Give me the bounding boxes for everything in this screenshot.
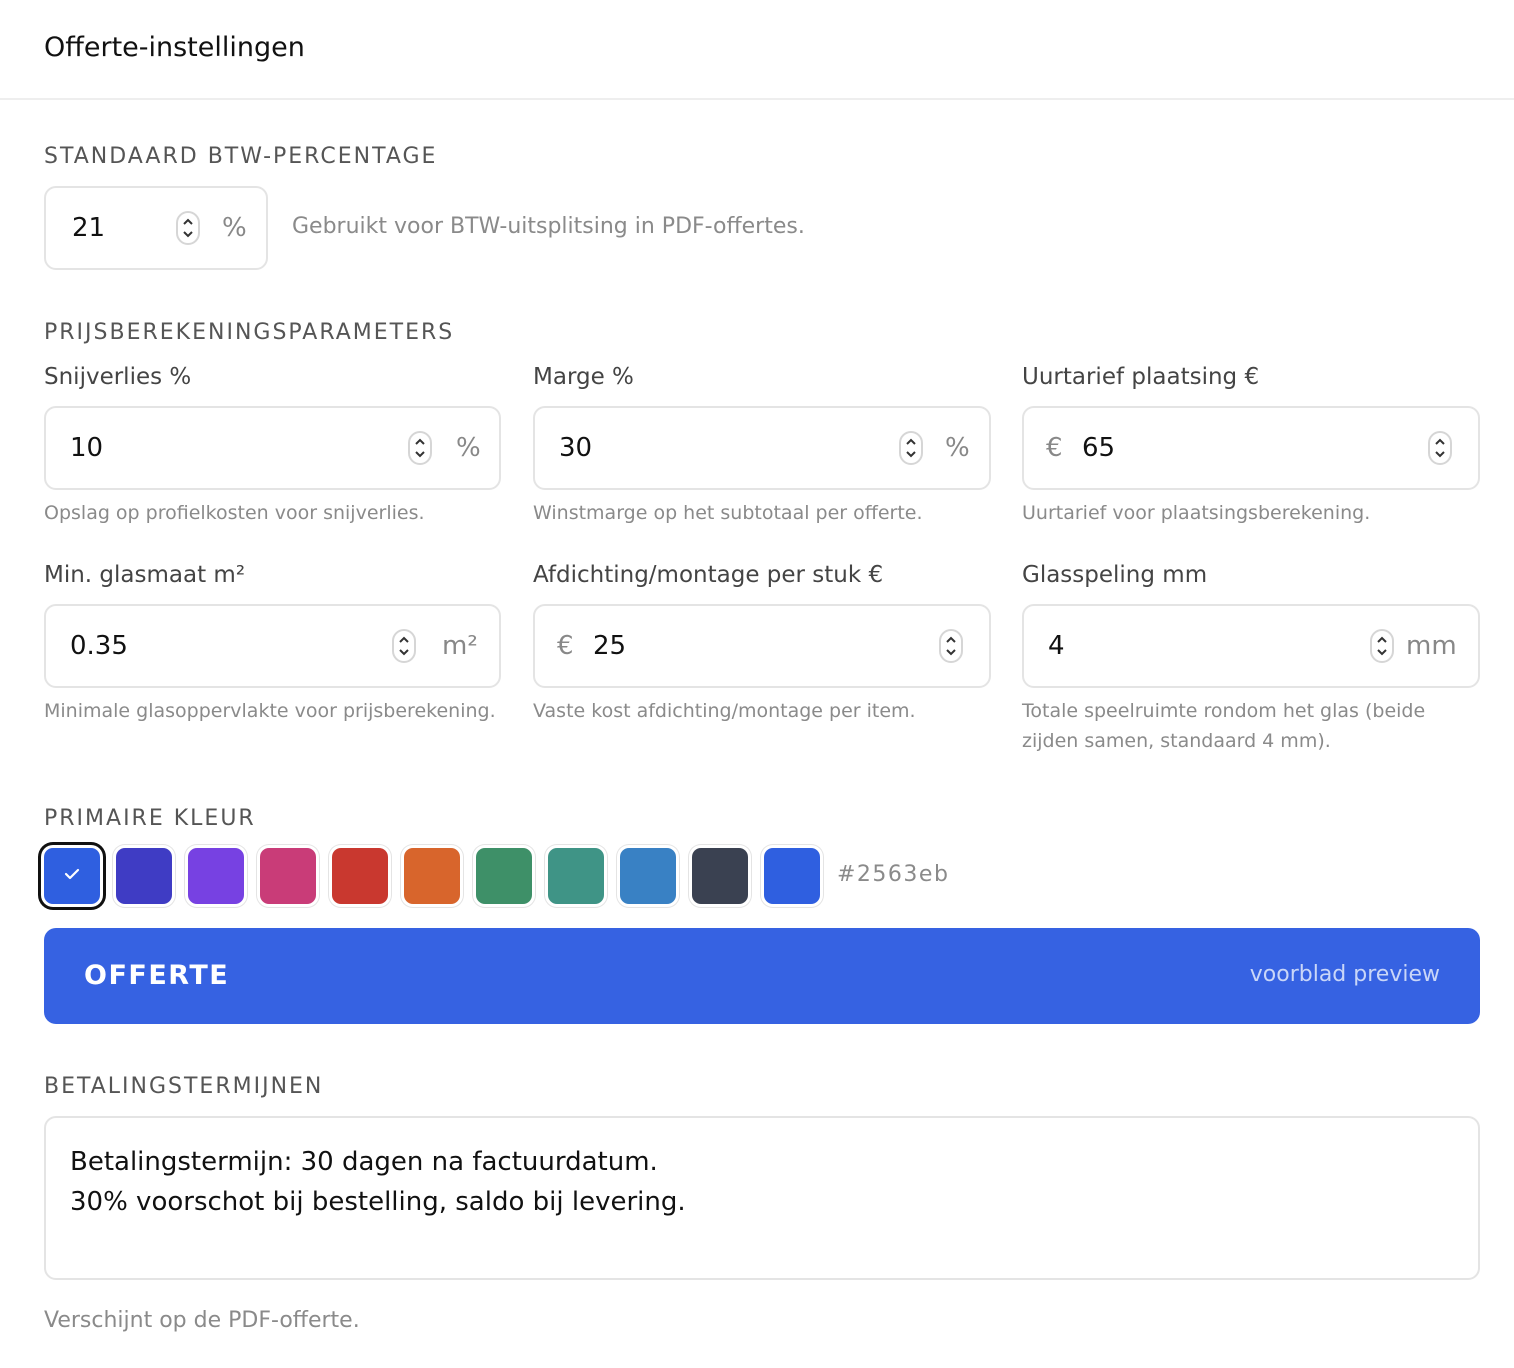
btw-value: 21: [72, 213, 106, 243]
color-swatch[interactable]: [764, 848, 820, 904]
glasspeling-stepper-icon[interactable]: [1370, 629, 1394, 663]
page-title: Offerte-instellingen: [44, 32, 305, 63]
afdichting-stepper-icon[interactable]: [939, 629, 963, 663]
color-swatch[interactable]: [548, 848, 604, 904]
marge-stepper-icon[interactable]: [899, 431, 923, 465]
payment-section-title: BETALINGSTERMIJNEN: [44, 1074, 324, 1099]
color-swatch[interactable]: [476, 848, 532, 904]
glasmaat-hint: Minimale glasoppervlakte voor prijsberek…: [44, 700, 496, 722]
color-swatch[interactable]: [260, 848, 316, 904]
afdichting-value: 25: [593, 631, 627, 661]
color-swatch[interactable]: [620, 848, 676, 904]
marge-value: 30: [559, 433, 593, 463]
btw-hint: Gebruikt voor BTW-uitsplitsing in PDF-of…: [292, 214, 805, 239]
marge-input[interactable]: 30 %: [533, 406, 991, 490]
preview-subtitle: voorblad preview: [1249, 962, 1440, 987]
glasspeling-input[interactable]: 4 mm: [1022, 604, 1480, 688]
glasmaat-input[interactable]: 0.35 m²: [44, 604, 501, 688]
glasspeling-hint: Totale speelruimte rondom het glas (beid…: [1022, 700, 1426, 752]
payment-terms-textarea[interactable]: Betalingstermijn: 30 dagen na factuurdat…: [44, 1116, 1480, 1280]
color-swatch[interactable]: [692, 848, 748, 904]
btw-section-title: STANDAARD BTW-PERCENTAGE: [44, 144, 438, 169]
afdichting-prefix: €: [557, 631, 574, 661]
afdichting-input[interactable]: € 25: [533, 604, 991, 688]
snijverlies-suffix: %: [456, 433, 481, 463]
glasspeling-label: Glasspeling mm: [1022, 562, 1208, 588]
glasmaat-suffix: m²: [442, 631, 478, 661]
glasspeling-suffix: mm: [1406, 631, 1457, 661]
cover-preview-banner: OFFERTE voorblad preview: [44, 928, 1480, 1024]
color-swatch[interactable]: [44, 848, 100, 904]
afdichting-label: Afdichting/montage per stuk €: [533, 562, 884, 588]
payment-hint: Verschijnt op de PDF-offerte.: [44, 1308, 360, 1333]
btw-suffix: %: [222, 213, 247, 243]
color-swatch[interactable]: [404, 848, 460, 904]
color-section-title: PRIMAIRE KLEUR: [44, 806, 256, 831]
snijverlies-input[interactable]: 10 %: [44, 406, 501, 490]
color-hex-value: #2563eb: [837, 862, 950, 887]
color-swatch[interactable]: [332, 848, 388, 904]
marge-label: Marge %: [533, 364, 634, 390]
btw-stepper-icon[interactable]: [176, 211, 200, 245]
preview-title: OFFERTE: [84, 960, 230, 991]
afdichting-hint: Vaste kost afdichting/montage per item.: [533, 700, 916, 722]
pricing-section-title: PRIJSBEREKENINGSPARAMETERS: [44, 320, 455, 345]
glasmaat-value: 0.35: [70, 631, 128, 661]
glasmaat-stepper-icon[interactable]: [392, 629, 416, 663]
uurtarief-stepper-icon[interactable]: [1428, 431, 1452, 465]
uurtarief-value: 65: [1082, 433, 1116, 463]
uurtarief-label: Uurtarief plaatsing €: [1022, 364, 1260, 390]
btw-percentage-input[interactable]: 21 %: [44, 186, 268, 270]
snijverlies-stepper-icon[interactable]: [408, 431, 432, 465]
marge-hint: Winstmarge op het subtotaal per offerte.: [533, 502, 923, 524]
marge-suffix: %: [945, 433, 970, 463]
glasmaat-label: Min. glasmaat m²: [44, 562, 246, 588]
uurtarief-prefix: €: [1046, 433, 1063, 463]
color-swatch[interactable]: [188, 848, 244, 904]
glasspeling-value: 4: [1048, 631, 1065, 661]
snijverlies-value: 10: [70, 433, 104, 463]
header: Offerte-instellingen: [0, 0, 1514, 100]
snijverlies-hint: Opslag op profielkosten voor snijverlies…: [44, 502, 425, 524]
uurtarief-input[interactable]: € 65: [1022, 406, 1480, 490]
uurtarief-hint: Uurtarief voor plaatsingsberekening.: [1022, 502, 1371, 524]
color-swatch[interactable]: [116, 848, 172, 904]
check-icon: [62, 866, 82, 886]
snijverlies-label: Snijverlies %: [44, 364, 192, 390]
